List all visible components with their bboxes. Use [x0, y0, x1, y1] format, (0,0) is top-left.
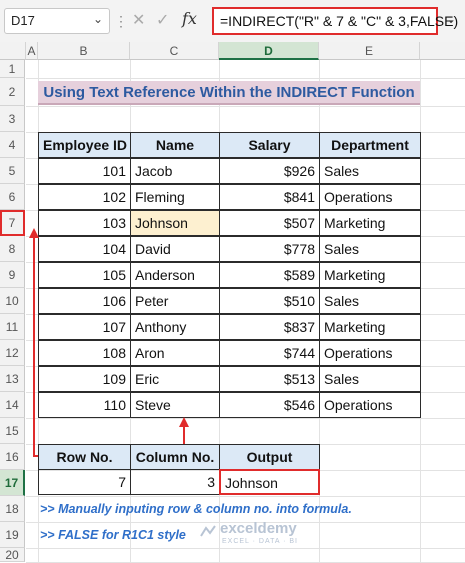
row-arrow [33, 236, 38, 457]
row-arrow-head [29, 228, 39, 238]
column-arrow-head [179, 417, 189, 427]
annotation-arrows [29, 228, 189, 457]
